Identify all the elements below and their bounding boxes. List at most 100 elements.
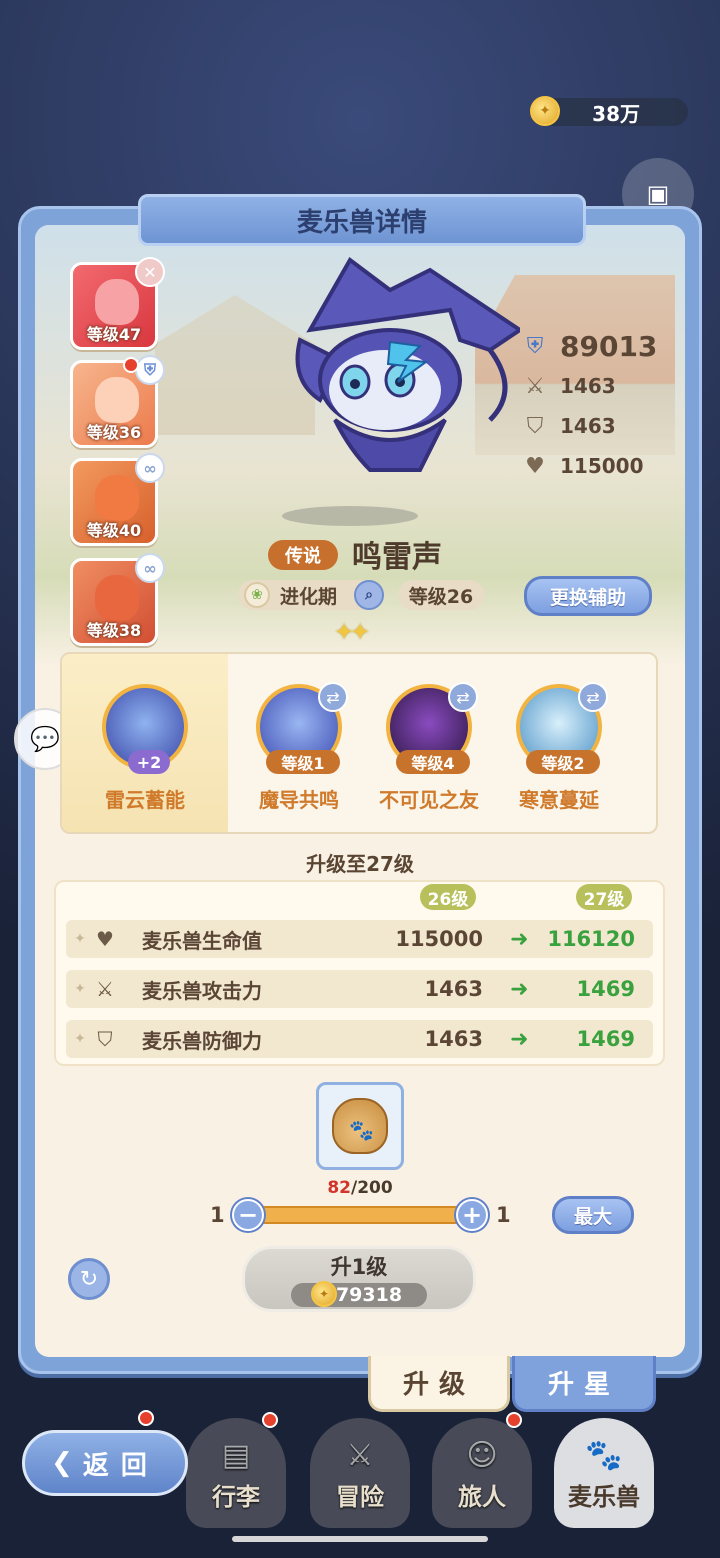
creature-illustration	[295, 257, 520, 472]
evolution-label: 进化期	[280, 585, 338, 608]
skill-orb: +2	[102, 684, 188, 774]
slider-min: 1	[210, 1203, 225, 1227]
material-item[interactable]	[316, 1082, 404, 1170]
notification-dot	[138, 1410, 154, 1426]
arrow-right-icon: ➜	[510, 926, 529, 952]
material-have: 82	[327, 1178, 351, 1198]
evolution-pill: ❀ 进化期 ⌕	[238, 580, 384, 610]
shield-power-icon: ⛨	[526, 333, 544, 359]
magnifier-icon[interactable]: ⌕	[354, 580, 384, 610]
crossed-swords-icon: ⚔	[346, 1438, 374, 1473]
notification-dot	[506, 1412, 522, 1428]
skill-1[interactable]: ⇄ 等级1 魔导共鸣	[236, 682, 362, 813]
nav-label: 麦乐兽	[568, 1483, 640, 1511]
pet-portrait	[95, 475, 139, 521]
sparkle-icon: ✦	[74, 931, 86, 947]
skill-orb: ⇄ 等级4	[386, 682, 478, 774]
page-title: 麦乐兽详情	[138, 194, 586, 246]
star-rating: ✦✦	[334, 618, 370, 646]
pet-level: 等级36	[86, 423, 142, 442]
swords-icon: ⚔	[525, 373, 545, 399]
nav-label: 旅人	[458, 1483, 506, 1511]
arrow-right-icon: ➜	[510, 1026, 529, 1052]
upgrade-cost: ✦ 79318	[291, 1281, 427, 1307]
skill-2[interactable]: ⇄ 等级4 不可见之友	[366, 682, 492, 813]
row-from: 1463	[424, 977, 483, 1001]
back-button[interactable]: ❮ 返回	[22, 1430, 188, 1496]
quantity-slider[interactable]	[244, 1206, 476, 1224]
swap-icon[interactable]: ⇄	[318, 682, 348, 712]
pet-card-1[interactable]: ✕ 等级47	[70, 257, 165, 350]
arrow-right-icon: ➜	[510, 976, 529, 1002]
food-bag-icon	[332, 1098, 388, 1154]
defense-row: ⛉ 1463	[518, 406, 657, 446]
nav-label: 冒险	[336, 1483, 384, 1511]
switch-assist-button[interactable]: 更换辅助	[524, 576, 652, 616]
swap-icon[interactable]: ⇄	[448, 682, 478, 712]
material-count: 82/200	[0, 1178, 720, 1198]
skill-level: 等级4	[396, 750, 470, 774]
heart-icon: ♥	[525, 453, 545, 479]
attack-row: ⚔ 1463	[518, 366, 657, 406]
row-from: 115000	[395, 927, 483, 951]
level-pill: 等级26	[398, 580, 484, 610]
skill-name: 魔导共鸣	[259, 788, 339, 812]
row-from: 1463	[424, 1027, 483, 1051]
skill-name: 寒意蔓延	[519, 788, 599, 812]
rarity-badge: 传说	[268, 540, 338, 570]
pet-level: 等级38	[86, 621, 142, 640]
skill-3[interactable]: ⇄ 等级2 寒意蔓延	[496, 682, 622, 813]
power-value: 89013	[560, 329, 658, 363]
upgrade-title: 升级至27级	[306, 852, 414, 876]
skill-level: 等级2	[526, 750, 600, 774]
home-indicator[interactable]	[232, 1536, 488, 1542]
row-to: 1469	[576, 1027, 635, 1051]
link-badge-icon: ∞	[135, 553, 165, 583]
sprout-icon: ❀	[244, 582, 270, 608]
pet-level: 等级47	[86, 325, 142, 344]
nav-item-luggage[interactable]: ▤ 行李	[186, 1418, 286, 1528]
swap-icon[interactable]: ⇄	[578, 682, 608, 712]
main-skill[interactable]: +2 雷云蓄能	[82, 684, 208, 813]
shield-badge-icon: ⛨	[135, 355, 165, 385]
back-arrow-icon: ❮	[51, 1448, 73, 1478]
star-icon: ✦	[334, 618, 354, 646]
link-badge-icon: ∞	[135, 453, 165, 483]
close-icon[interactable]: ✕	[135, 257, 165, 287]
table-row: ✦ ⚔ 麦乐兽攻击力 1463 ➜ 1469	[66, 970, 653, 1008]
currency-display: ✦ 38万	[530, 96, 688, 126]
traveler-icon: ☺	[466, 1438, 498, 1473]
hp-row: ♥ 115000	[518, 446, 657, 486]
chest-icon: ▤	[221, 1438, 251, 1473]
star-icon: ✦	[350, 618, 370, 646]
notification-dot	[123, 357, 139, 373]
row-label: 麦乐兽生命值	[142, 928, 262, 953]
upgrade-button[interactable]: 升1级 ✦ 79318	[242, 1246, 476, 1312]
swords-icon: ⚔	[96, 977, 114, 1001]
refresh-icon[interactable]: ↻	[68, 1258, 110, 1300]
pet-portrait	[95, 575, 139, 621]
pet-portrait	[95, 377, 139, 423]
defense-value: 1463	[560, 414, 616, 438]
skill-level: 等级1	[266, 750, 340, 774]
table-row: ✦ ♥ 麦乐兽生命值 115000 ➜ 116120	[66, 920, 653, 958]
row-label: 麦乐兽攻击力	[142, 978, 262, 1003]
coin-icon: ✦	[311, 1281, 337, 1307]
pet-portrait	[95, 279, 139, 325]
upgrade-label: 升1级	[330, 1255, 388, 1279]
pet-card-4[interactable]: ∞ 等级38	[70, 553, 165, 646]
skill-name: 不可见之友	[379, 788, 479, 812]
to-level-tag: 27级	[576, 884, 632, 910]
max-button[interactable]: 最大	[552, 1196, 634, 1234]
pet-card-3[interactable]: ∞ 等级40	[70, 453, 165, 546]
back-label: 返回	[82, 1450, 159, 1481]
slider-max: 1	[496, 1203, 511, 1227]
nav-item-adventure[interactable]: ⚔ 冒险	[310, 1418, 410, 1528]
pet-icon: 🐾	[585, 1438, 623, 1473]
plus-button[interactable]: +	[456, 1199, 488, 1231]
minus-button[interactable]: −	[232, 1199, 264, 1231]
nav-item-traveler[interactable]: ☺ 旅人	[432, 1418, 532, 1528]
nav-item-pet[interactable]: 🐾 麦乐兽	[554, 1418, 654, 1528]
pet-card-2[interactable]: ⛨ 等级36	[70, 355, 165, 448]
attack-value: 1463	[560, 374, 616, 398]
